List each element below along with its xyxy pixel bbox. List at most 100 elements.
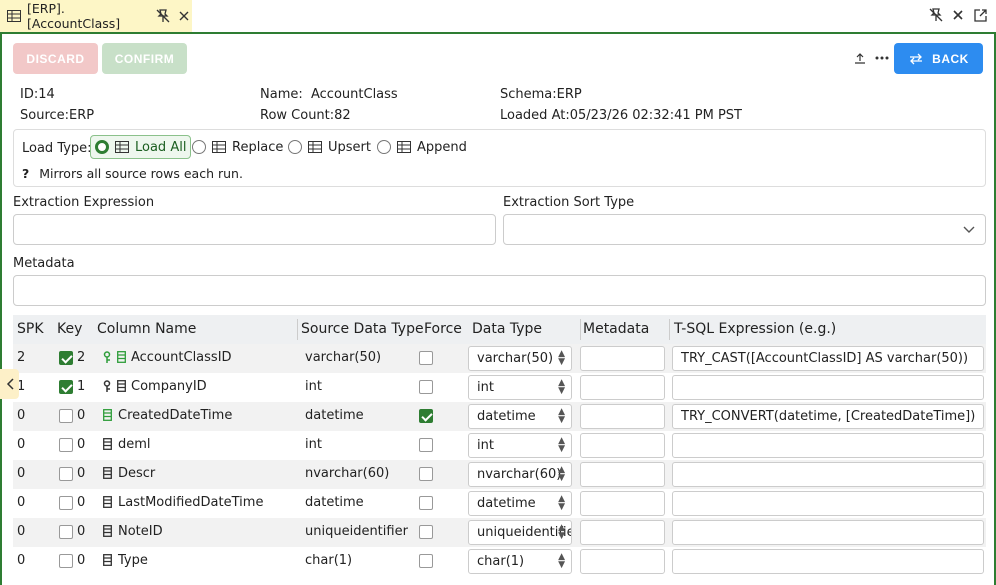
metadata-cell-input[interactable] [580, 404, 665, 429]
key-checkbox[interactable] [59, 380, 73, 394]
force-checkbox[interactable] [419, 525, 433, 539]
metadata-cell-input[interactable] [580, 549, 665, 574]
radio-upsert[interactable]: Upsert [284, 135, 375, 159]
metadata-input[interactable] [13, 275, 986, 306]
data-type-stepper[interactable]: uniqueidentifie ▲ ▼ [468, 520, 572, 545]
discard-button[interactable]: DISCARD [13, 43, 98, 74]
header-tsql-expression[interactable]: T-SQL Expression (e.g.) [674, 321, 836, 337]
metadata-cell-input[interactable] [580, 375, 665, 400]
key-checkbox[interactable] [59, 525, 73, 539]
key-checkbox[interactable] [59, 438, 73, 452]
source-data-type: uniqueidentifier [305, 524, 408, 539]
column-separator[interactable] [580, 319, 581, 340]
metadata-cell-input[interactable] [580, 433, 665, 458]
data-type-stepper[interactable]: nvarchar(60) ▲ ▼ [468, 462, 572, 487]
metadata-cell-input[interactable] [580, 346, 665, 371]
back-button[interactable]: BACK [894, 43, 983, 74]
header-key[interactable]: Key [57, 321, 82, 337]
table-icon [396, 139, 412, 155]
tsql-expression-input[interactable]: TRY_CAST([AccountClassID] AS varchar(50)… [672, 346, 984, 371]
confirm-button[interactable]: CONFIRM [102, 43, 187, 74]
document-tab[interactable]: [ERP].[AccountClass] [0, 0, 192, 32]
load-type-label: Load Type: [22, 141, 92, 156]
tsql-expression-input[interactable] [672, 549, 984, 574]
force-checkbox[interactable] [419, 380, 433, 394]
up-down-arrows-icon: ▲ ▼ [558, 494, 565, 512]
upload-icon[interactable] [852, 50, 868, 66]
metadata-cell-input[interactable] [580, 462, 665, 487]
radio-append[interactable]: Append [373, 135, 471, 159]
column-name: LastModifiedDateTime [118, 495, 264, 510]
key-order: 2 [77, 350, 86, 365]
table-row[interactable]: 0 0 LastModifiedDateTime datetime datetime ▲ ▼ [13, 489, 986, 518]
more-icon[interactable] [874, 50, 890, 66]
force-checkbox[interactable] [419, 467, 433, 481]
metadata-cell-input[interactable] [580, 520, 665, 545]
key-checkbox[interactable] [59, 409, 73, 423]
column-name: CreatedDateTime [118, 408, 233, 423]
data-type-stepper[interactable]: int ▲ ▼ [468, 375, 572, 400]
tsql-expression-input[interactable] [672, 462, 984, 487]
source-data-type: int [305, 379, 322, 394]
radio-load-all[interactable]: Load All [90, 135, 192, 159]
info-schema: Schema:ERP [500, 87, 582, 102]
spk-cell: 0 [17, 495, 26, 510]
data-type-stepper[interactable]: char(1) ▲ ▼ [468, 549, 572, 574]
data-type-stepper[interactable]: int ▲ ▼ [468, 433, 572, 458]
header-metadata[interactable]: Metadata [583, 321, 649, 337]
table-icon [6, 8, 21, 24]
column-name: NoteID [118, 524, 163, 539]
column-type-icon [103, 438, 112, 454]
column-name: deml [118, 437, 151, 452]
key-checkbox[interactable] [59, 467, 73, 481]
source-data-type: varchar(50) [305, 350, 382, 365]
data-type-stepper[interactable]: datetime ▲ ▼ [468, 491, 572, 516]
force-checkbox[interactable] [419, 496, 433, 510]
source-data-type: datetime [305, 408, 364, 423]
collapse-side-panel-button[interactable] [0, 369, 19, 399]
key-checkbox[interactable] [59, 496, 73, 510]
force-checkbox[interactable] [419, 554, 433, 568]
tsql-expression-input[interactable] [672, 375, 984, 400]
column-name: Type [118, 553, 148, 568]
header-column-name[interactable]: Column Name [97, 321, 196, 337]
table-row[interactable]: 2 2 AccountClassID varchar(50) varchar(50) ▲… [13, 344, 986, 373]
table-row[interactable]: 0 0 NoteID uniqueidentifier uniqueidentifie ▲… [13, 518, 986, 547]
column-type-icon [103, 409, 112, 425]
header-spk[interactable]: SPK [17, 321, 44, 337]
table-row[interactable]: 0 0 Descr nvarchar(60) nvarchar(60) ▲ ▼ [13, 460, 986, 489]
unpin-icon[interactable] [156, 8, 171, 24]
tab-title: [ERP].[AccountClass] [27, 1, 121, 31]
force-checkbox[interactable] [419, 409, 433, 423]
key-order: 0 [77, 524, 86, 539]
header-force[interactable]: Force [424, 321, 462, 337]
table-row[interactable]: 0 0 deml int int ▲ ▼ [13, 431, 986, 460]
tsql-expression-input[interactable] [672, 520, 984, 545]
metadata-cell-input[interactable] [580, 491, 665, 516]
force-checkbox[interactable] [419, 438, 433, 452]
close-window-icon[interactable] [950, 7, 966, 23]
table-row[interactable]: 0 0 Type char(1) char(1) ▲ ▼ [13, 547, 986, 576]
force-checkbox[interactable] [419, 351, 433, 365]
key-checkbox[interactable] [59, 554, 73, 568]
tsql-expression-input[interactable]: TRY_CONVERT(datetime, [CreatedDateTime]) [672, 404, 984, 429]
column-separator[interactable] [669, 319, 670, 340]
key-checkbox[interactable] [59, 351, 73, 365]
spk-cell: 0 [17, 437, 26, 452]
close-tab-icon[interactable] [177, 8, 192, 24]
radio-unselected-icon [192, 140, 206, 154]
unpin-all-icon[interactable] [928, 7, 944, 23]
pop-out-icon[interactable] [972, 7, 988, 23]
header-source-data-type[interactable]: Source Data Type [301, 321, 424, 337]
data-type-stepper[interactable]: datetime ▲ ▼ [468, 404, 572, 429]
extraction-expression-input[interactable] [13, 214, 496, 245]
tsql-expression-input[interactable] [672, 433, 984, 458]
table-row[interactable]: 11 CompanyID int int ▲ ▼ [13, 373, 986, 402]
data-type-stepper[interactable]: varchar(50) ▲ ▼ [468, 346, 572, 371]
header-data-type[interactable]: Data Type [472, 321, 542, 337]
column-separator[interactable] [297, 319, 298, 340]
table-row[interactable]: 0 0 CreatedDateTime datetime datetime ▲ ▼ TRY_C… [13, 402, 986, 431]
radio-replace[interactable]: Replace [188, 135, 287, 159]
tsql-expression-input[interactable] [672, 491, 984, 516]
extraction-sort-type-select[interactable] [503, 214, 986, 245]
